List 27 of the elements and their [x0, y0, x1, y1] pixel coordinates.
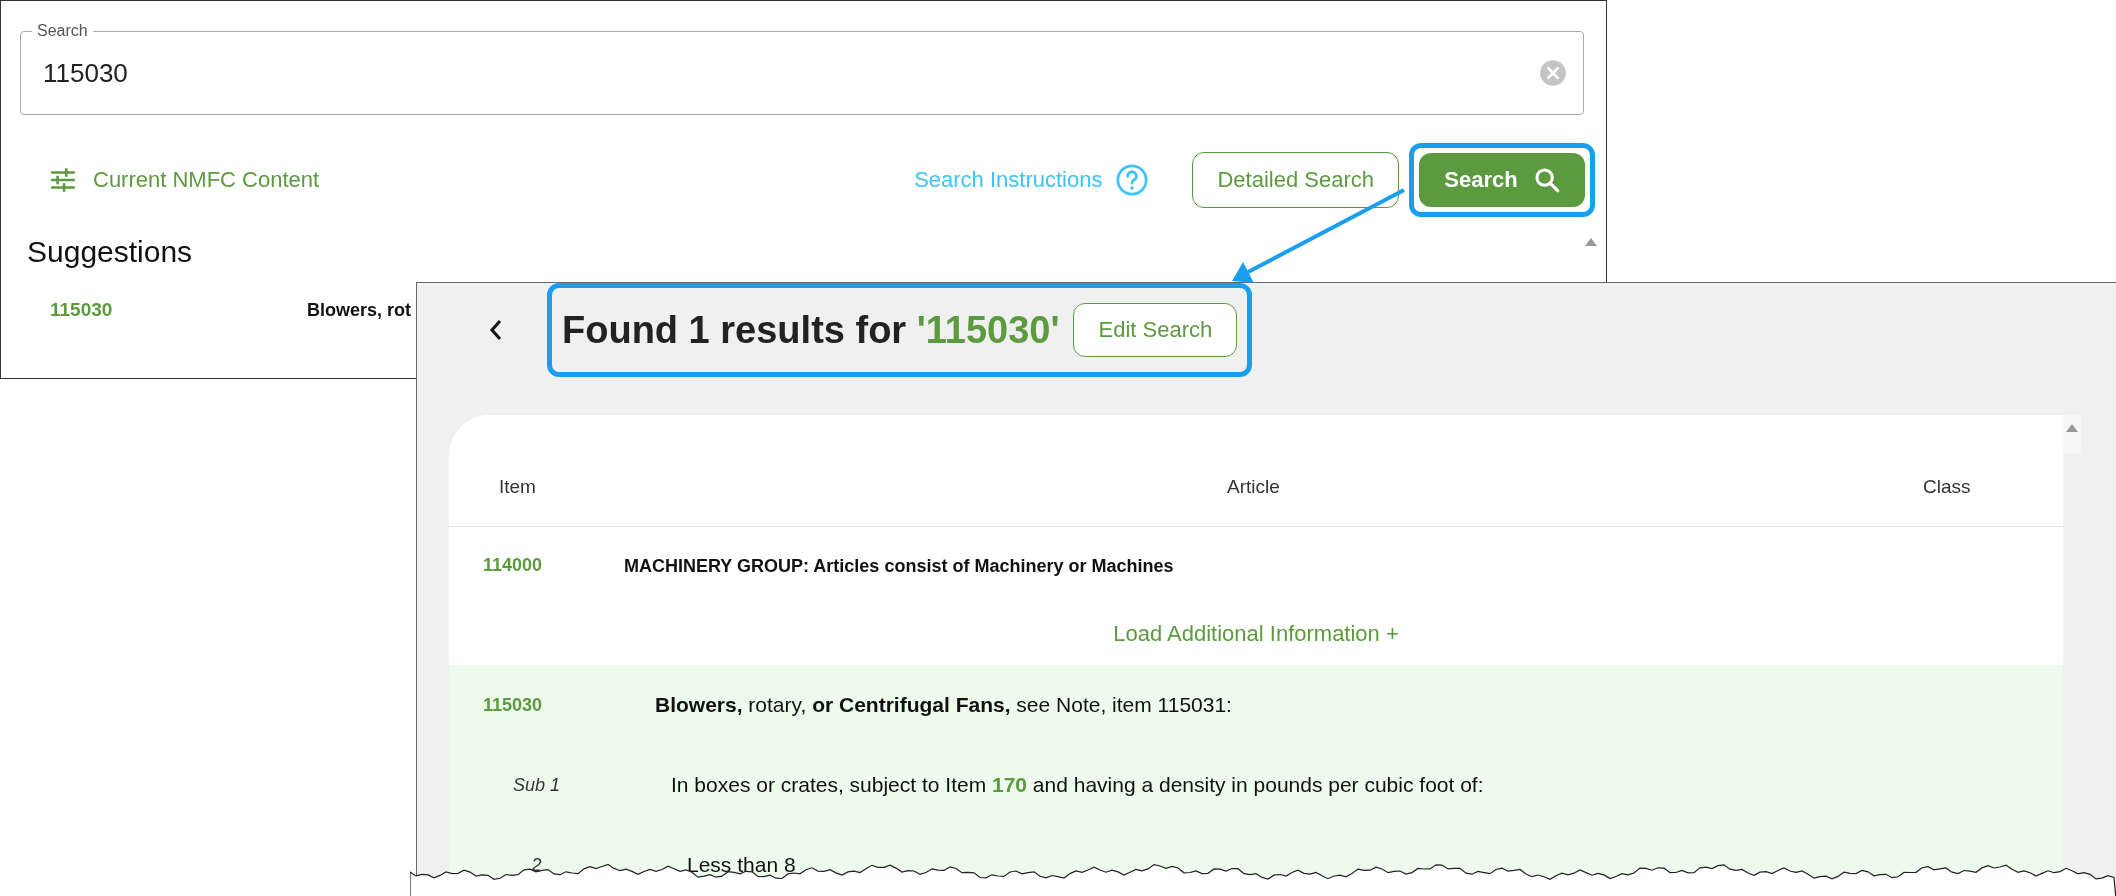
column-header: Item — [498, 476, 537, 498]
article-text: Blowers, rotary, or Centrifugal Fans, see Note, item 115031: — [655, 693, 1232, 716]
help-icon[interactable] — [1116, 164, 1149, 196]
item-link[interactable]: 115030 — [483, 694, 543, 715]
results-heading: Found 1 results for '115030' — [562, 308, 1060, 352]
search-button[interactable]: Search — [1419, 153, 1585, 207]
article-text: MACHINERY GROUP: Articles consist of Machinery or Machines — [624, 556, 1174, 576]
scroll-up-icon[interactable] — [1584, 237, 1598, 247]
search-instructions-link[interactable]: Search Instructions — [914, 167, 1103, 193]
sliders-icon — [49, 167, 77, 193]
column-header: Article — [1227, 476, 1280, 498]
column-header: Class — [1922, 476, 1972, 498]
article-text: Blowers, rot — [307, 299, 412, 321]
detailed-search-button[interactable]: Detailed Search — [1192, 152, 1399, 208]
sub-label: Sub 1 — [512, 774, 560, 795]
edit-search-button[interactable]: Edit Search — [1073, 303, 1238, 357]
load-more-link[interactable]: Load Additional Information + — [1113, 621, 1399, 647]
content-filter-button[interactable]: Current NMFC Content — [49, 167, 320, 193]
search-icon — [1533, 167, 1560, 193]
scroll-up-icon[interactable] — [2065, 423, 2079, 433]
clear-icon[interactable] — [1539, 59, 1567, 87]
suggestions-heading: Suggestions — [27, 235, 193, 269]
item-link[interactable]: 114000 — [483, 554, 543, 575]
article-text: In boxes or crates, subject to Item 170 and having a density in pounds per cubic foot of: — [671, 773, 1484, 796]
article-text: Less than 8 — [687, 853, 796, 876]
item-link[interactable]: 115030 — [50, 299, 307, 321]
item-link[interactable]: 170 — [992, 773, 1028, 796]
